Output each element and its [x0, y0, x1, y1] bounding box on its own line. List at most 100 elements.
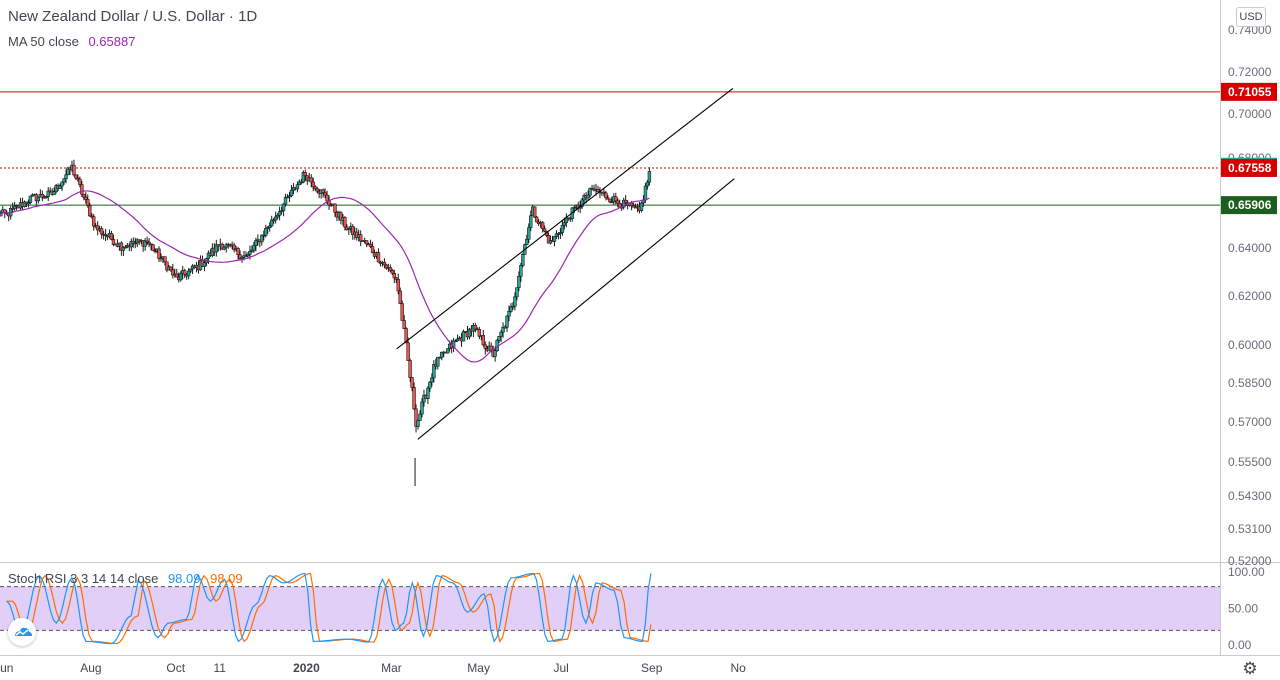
candle-body[interactable] [533, 206, 537, 218]
candle-body[interactable] [534, 216, 539, 223]
candle-body[interactable] [489, 345, 493, 351]
candle-body[interactable] [519, 265, 523, 277]
candle-body[interactable] [390, 270, 395, 274]
candle-body[interactable] [639, 202, 644, 211]
candle-body[interactable] [521, 254, 525, 266]
candle-body[interactable] [248, 251, 252, 255]
candle-body[interactable] [163, 256, 167, 263]
candle-body[interactable] [151, 244, 155, 251]
candle-body[interactable] [321, 189, 325, 193]
candle-body[interactable] [643, 185, 648, 201]
candle-body[interactable] [473, 325, 478, 330]
candle-body[interactable] [445, 348, 450, 354]
candle-body[interactable] [264, 228, 268, 236]
candle-body[interactable] [92, 216, 96, 227]
candle-body[interactable] [406, 342, 410, 361]
candle-body[interactable] [72, 164, 76, 176]
candle-body[interactable] [368, 243, 373, 247]
candle-body[interactable] [481, 335, 485, 346]
candle-body[interactable] [273, 216, 278, 221]
candle-body[interactable] [175, 273, 179, 278]
candle-body[interactable] [505, 315, 509, 328]
candle-body[interactable] [552, 236, 557, 242]
candle-body[interactable] [109, 233, 114, 240]
candle-body[interactable] [364, 240, 369, 245]
candle-body[interactable] [436, 356, 440, 367]
candle-body[interactable] [402, 320, 406, 329]
currency-button[interactable]: USD [1236, 7, 1266, 27]
candle-body[interactable] [86, 199, 90, 206]
candle-body[interactable] [418, 413, 422, 421]
ma50-line[interactable] [0, 190, 650, 363]
candle-body[interactable] [426, 387, 430, 399]
candle-body[interactable] [84, 196, 88, 200]
candle-body[interactable] [376, 252, 381, 263]
candle-body[interactable] [28, 195, 33, 203]
candle-body[interactable] [333, 203, 337, 213]
candle-body[interactable] [586, 194, 590, 199]
candle-body[interactable] [303, 172, 308, 176]
candle-body[interactable] [540, 222, 545, 230]
candle-body[interactable] [497, 335, 501, 341]
candle-body[interactable] [323, 192, 327, 196]
candle-body[interactable] [289, 189, 294, 197]
candle-body[interactable] [82, 193, 86, 198]
candle-body[interactable] [182, 270, 187, 275]
candle-body[interactable] [80, 184, 84, 195]
gear-icon[interactable]: ⚙ [1240, 659, 1260, 679]
candle-body[interactable] [527, 227, 531, 240]
candle-body[interactable] [283, 197, 288, 205]
candle-body[interactable] [370, 246, 375, 253]
ma-legend[interactable]: MA 50 close 0.65887 [8, 34, 135, 49]
candle-body[interactable] [64, 174, 68, 179]
candle-body[interactable] [408, 360, 412, 378]
candle-body[interactable] [358, 234, 363, 242]
candle-body[interactable] [60, 181, 64, 187]
candle-body[interactable] [186, 270, 191, 277]
candle-body[interactable] [202, 262, 207, 267]
candle-body[interactable] [58, 185, 62, 189]
candle-body[interactable] [78, 178, 82, 185]
candle-body[interactable] [562, 222, 567, 226]
candle-body[interactable] [428, 381, 432, 389]
candle-body[interactable] [179, 273, 183, 281]
candle-body[interactable] [525, 238, 529, 245]
candle-body[interactable] [629, 202, 634, 206]
candle-body[interactable] [277, 211, 282, 216]
candle-body[interactable] [483, 344, 487, 349]
candle-body[interactable] [647, 171, 652, 183]
candle-body[interactable] [420, 401, 424, 415]
candle-body[interactable] [509, 306, 513, 312]
candle-body[interactable] [461, 331, 466, 342]
candle-body[interactable] [618, 203, 622, 208]
candle-body[interactable] [499, 331, 503, 337]
candle-body[interactable] [513, 296, 517, 307]
candle-body[interactable] [3, 209, 7, 213]
candle-body[interactable] [396, 279, 400, 292]
candle-body[interactable] [188, 268, 193, 272]
candle-body[interactable] [62, 178, 66, 183]
candle-body[interactable] [325, 194, 329, 202]
candle-body[interactable] [412, 387, 416, 410]
candle-body[interactable] [410, 377, 414, 388]
candle-body[interactable] [52, 191, 56, 195]
tradingview-cloud-icon[interactable] [8, 618, 36, 646]
candle-body[interactable] [608, 198, 612, 203]
candle-body[interactable] [236, 248, 240, 255]
candle-body[interactable] [88, 205, 92, 217]
candle-body[interactable] [507, 311, 511, 317]
candle-body[interactable] [623, 199, 628, 204]
candle-body[interactable] [74, 174, 78, 179]
candle-body[interactable] [315, 188, 319, 192]
candle-body[interactable] [281, 203, 286, 212]
candle-body[interactable] [517, 275, 521, 288]
candle-body[interactable] [157, 248, 161, 259]
stoch-legend[interactable]: Stoch RSI 3 3 14 14 close 98.09 98.09 [8, 571, 243, 586]
candle-body[interactable] [398, 290, 402, 304]
candle-body[interactable] [596, 189, 600, 193]
channel-upper-line[interactable] [396, 87, 734, 350]
candle-body[interactable] [529, 215, 533, 228]
candle-body[interactable] [400, 303, 404, 321]
candle-body[interactable] [616, 200, 620, 204]
candle-body[interactable] [309, 177, 313, 183]
